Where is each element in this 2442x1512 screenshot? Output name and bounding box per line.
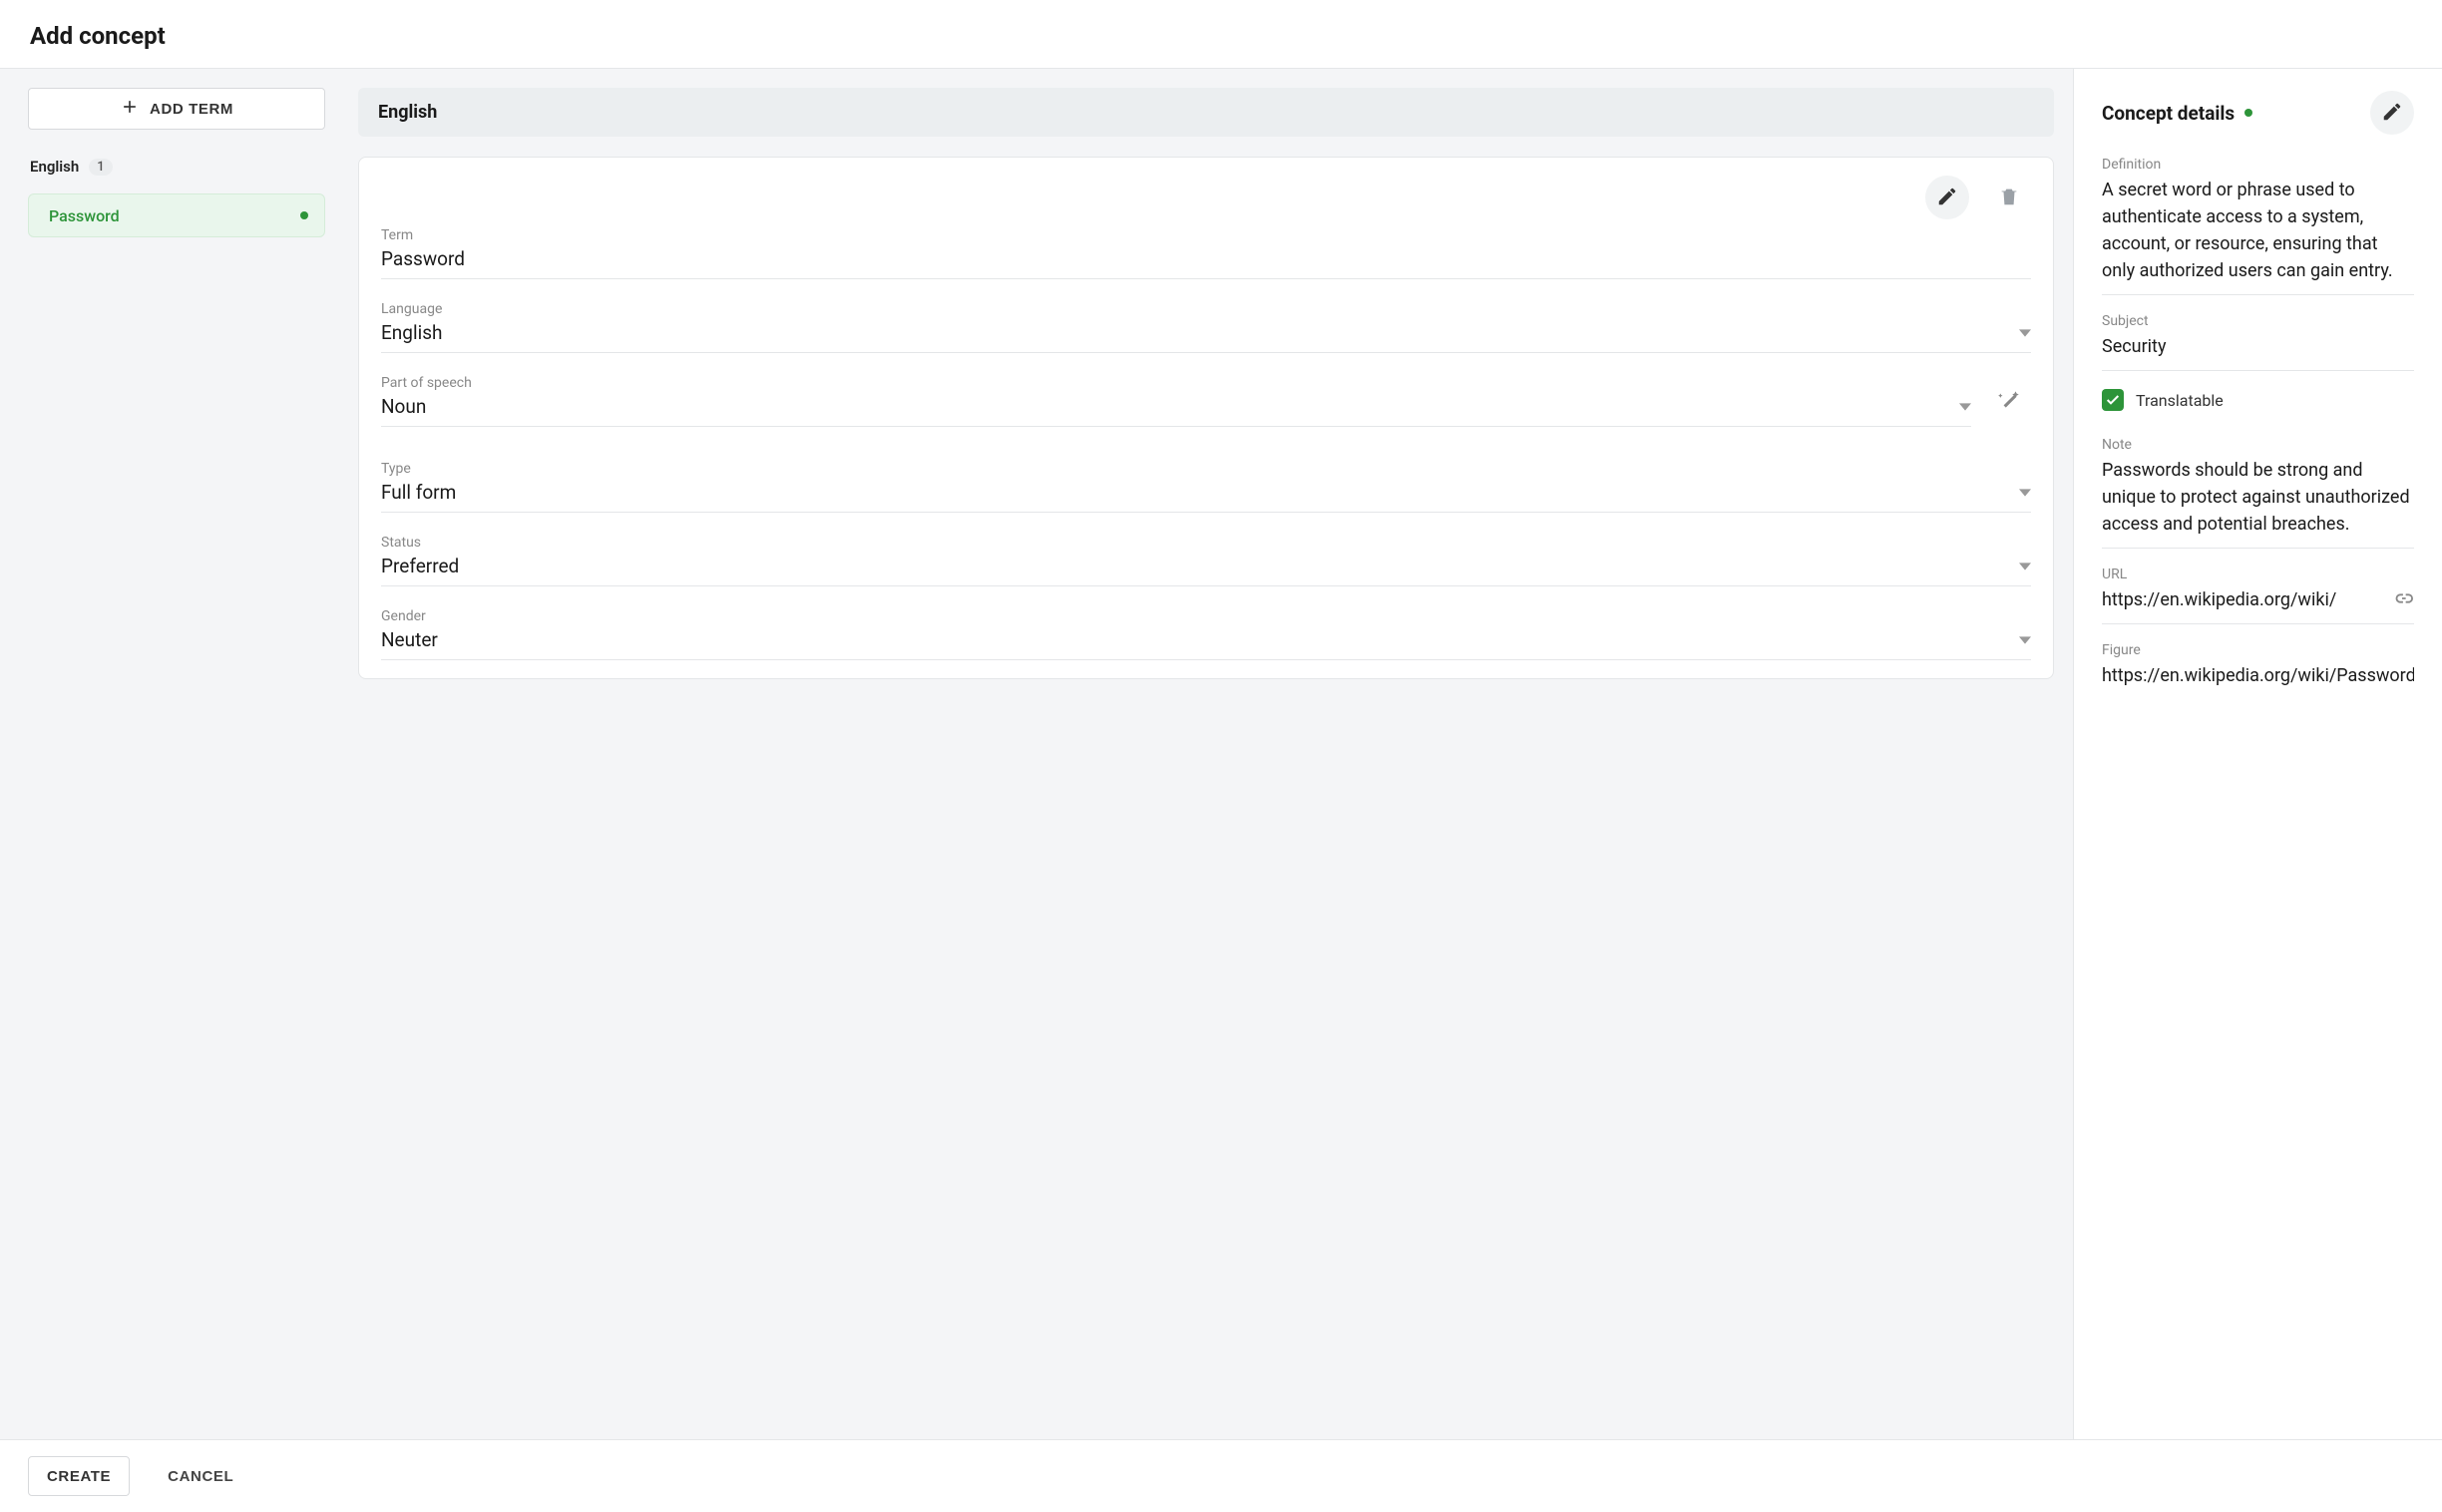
page-title: Add concept [30,22,2412,50]
url-block: URL https://en.wikipedia.org/wiki/ [2102,567,2414,624]
language-group-header: English 1 [28,158,325,176]
panel-header: Concept details [2102,91,2414,135]
magic-wand-icon [1996,387,2022,416]
detail-value: A secret word or phrase used to authenti… [2102,177,2414,284]
field-type[interactable]: Type Full form [381,457,2031,513]
checkbox-checked-icon [2102,389,2124,411]
detail-label: Subject [2102,313,2414,329]
detail-label: Note [2102,437,2414,453]
field-label: Part of speech [381,375,1971,391]
note-block: Note Passwords should be strong and uniq… [2102,437,2414,549]
modal-header: Add concept [0,0,2442,69]
field-term[interactable]: Term Password [381,223,2031,279]
pencil-icon [2381,101,2403,126]
panel-title: Concept details [2102,102,2235,125]
figure-block: Figure https://en.wikipedia.org/wiki/Pas… [2102,642,2414,699]
pencil-icon [1936,186,1958,210]
term-editor: English Term [339,69,2073,1439]
checkbox-label: Translatable [2136,391,2224,410]
field-label: Language [381,301,2031,317]
open-link-button[interactable] [2392,587,2414,612]
field-language[interactable]: Language English [381,297,2031,353]
terms-sidebar: ADD TERM English 1 Password [0,69,339,1439]
term-card: Term Password Language English Part of s… [358,157,2054,679]
detail-value: Passwords should be strong and unique to… [2102,457,2414,538]
detail-label: URL [2102,567,2414,582]
field-label: Status [381,535,2031,551]
field-value: Password [381,247,465,270]
definition-block: Definition A secret word or phrase used … [2102,157,2414,295]
field-label: Term [381,227,2031,243]
trash-icon [1998,186,2020,210]
edit-concept-details-button[interactable] [2370,91,2414,135]
concept-details-panel: Concept details Definition A secret word… [2073,69,2442,1439]
term-list-item[interactable]: Password [28,193,325,237]
field-value: Full form [381,481,456,504]
chevron-down-icon [2019,628,2031,651]
link-icon [2392,597,2414,612]
chevron-down-icon [1959,395,1971,418]
field-part-of-speech-row: Part of speech Noun [381,371,2031,427]
language-group-name: English [30,158,79,176]
detail-value: https://en.wikipedia.org/wiki/ [2102,586,2380,613]
auto-fill-button[interactable] [1987,383,2031,427]
delete-term-button[interactable] [1987,176,2031,219]
chevron-down-icon [2019,481,2031,504]
detail-value: https://en.wikipedia.org/wiki/Password [2102,662,2414,689]
field-value: Noun [381,395,426,418]
subject-block: Subject Security [2102,313,2414,371]
field-value: Preferred [381,555,459,577]
plus-icon [120,97,140,121]
detail-value: Security [2102,333,2414,360]
field-value: Neuter [381,628,438,651]
create-button[interactable]: CREATE [28,1456,130,1496]
add-term-label: ADD TERM [150,101,233,118]
language-group-count: 1 [89,159,112,176]
field-status[interactable]: Status Preferred [381,531,2031,586]
status-dot-icon [2244,109,2252,117]
field-gender[interactable]: Gender Neuter [381,604,2031,660]
status-dot-icon [300,211,308,219]
cancel-button[interactable]: CANCEL [150,1456,251,1496]
chevron-down-icon [2019,321,2031,344]
modal-footer: CREATE CANCEL [0,1439,2442,1512]
field-value: English [381,321,442,344]
detail-label: Definition [2102,157,2414,173]
term-item-label: Password [49,206,300,225]
field-label: Type [381,461,2031,477]
add-term-button[interactable]: ADD TERM [28,88,325,130]
detail-label: Figure [2102,642,2414,658]
chevron-down-icon [2019,555,2031,577]
field-part-of-speech[interactable]: Part of speech Noun [381,375,1971,427]
translatable-checkbox[interactable]: Translatable [2102,389,2414,411]
field-label: Gender [381,608,2031,624]
main-content: ADD TERM English 1 Password English [0,69,2442,1439]
language-section-header: English [358,88,2054,137]
card-actions [381,176,2031,219]
edit-term-button[interactable] [1925,176,1969,219]
